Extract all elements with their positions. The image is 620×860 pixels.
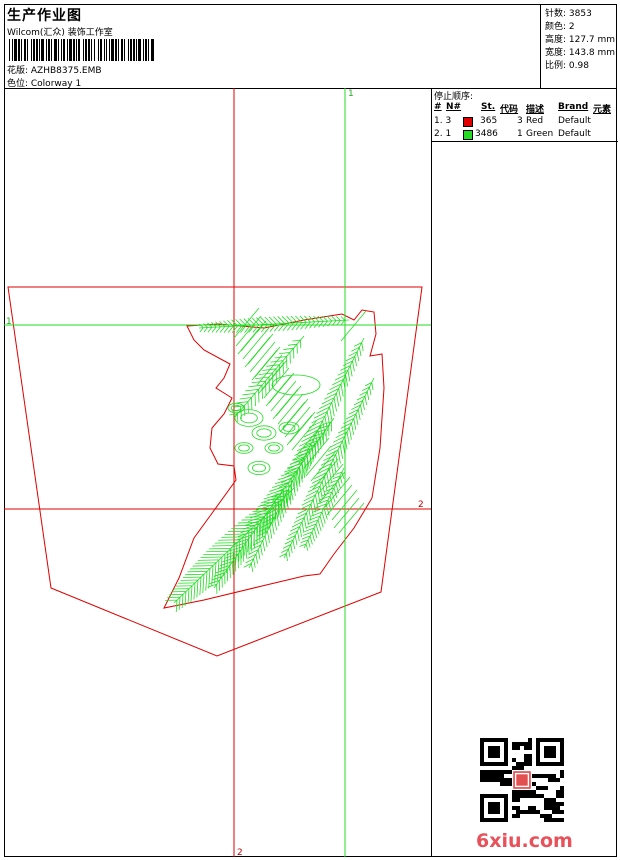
stop-stitches: 365	[480, 116, 498, 126]
guide-label-right: 2	[418, 500, 424, 510]
stitch-artwork	[165, 307, 375, 612]
table-separator	[432, 141, 618, 142]
col-needle: N#	[446, 102, 462, 112]
guide-label-bottom: 2	[237, 848, 243, 857]
guide-label-left: 1	[6, 317, 12, 327]
stop-sequence-title: 停止顺序:	[434, 92, 474, 102]
stop-code: 3	[517, 116, 523, 126]
stats-panel: 针数: 3853 颜色: 2 高度: 127.7 mm 宽度: 143.8 mm…	[540, 4, 617, 88]
col-brand: Brand	[558, 102, 589, 112]
design-canvas: 1 1 2 2	[4, 88, 431, 857]
stop-desc: Green	[526, 129, 554, 139]
color-swatch	[463, 130, 473, 140]
stop-num: 2. 1	[434, 129, 452, 139]
stop-brand: Default	[558, 116, 591, 126]
design-height: 高度: 127.7 mm	[545, 35, 616, 45]
watermark-logo: 6xiu.com	[476, 830, 573, 852]
stop-desc: Red	[526, 116, 544, 126]
design-scale: 比例: 0.98	[545, 61, 589, 71]
col-element: 元素	[593, 105, 612, 115]
stop-brand: Default	[558, 129, 591, 139]
col-num: #	[434, 102, 442, 112]
design-width: 宽度: 143.8 mm	[545, 48, 616, 58]
color-count: 颜色: 2	[545, 22, 575, 32]
barcode	[9, 39, 154, 61]
header-panel: 生产作业图 Wilcom(汇众) 装饰工作室 花版: AZHB8375.EMB …	[4, 4, 617, 89]
stop-row: 1. 3 365 3 Red Default	[432, 116, 618, 129]
design-file: 花版: AZHB8375.EMB	[7, 66, 102, 76]
pocket-outline	[7, 286, 423, 657]
qr-code	[480, 738, 564, 822]
color-swatch	[463, 117, 473, 127]
guide-label-top: 1	[348, 89, 354, 99]
stitch-count: 针数: 3853	[545, 9, 592, 19]
sheet-title: 生产作业图	[7, 8, 82, 24]
col-code: 代码	[500, 105, 519, 115]
company-name: Wilcom(汇众) 装饰工作室	[7, 28, 113, 38]
col-stitches: St.	[481, 102, 496, 112]
col-desc: 描述	[526, 105, 545, 115]
stop-stitches: 3486	[475, 129, 498, 139]
stop-num: 1. 3	[434, 116, 452, 126]
stop-code: 1	[517, 129, 523, 139]
